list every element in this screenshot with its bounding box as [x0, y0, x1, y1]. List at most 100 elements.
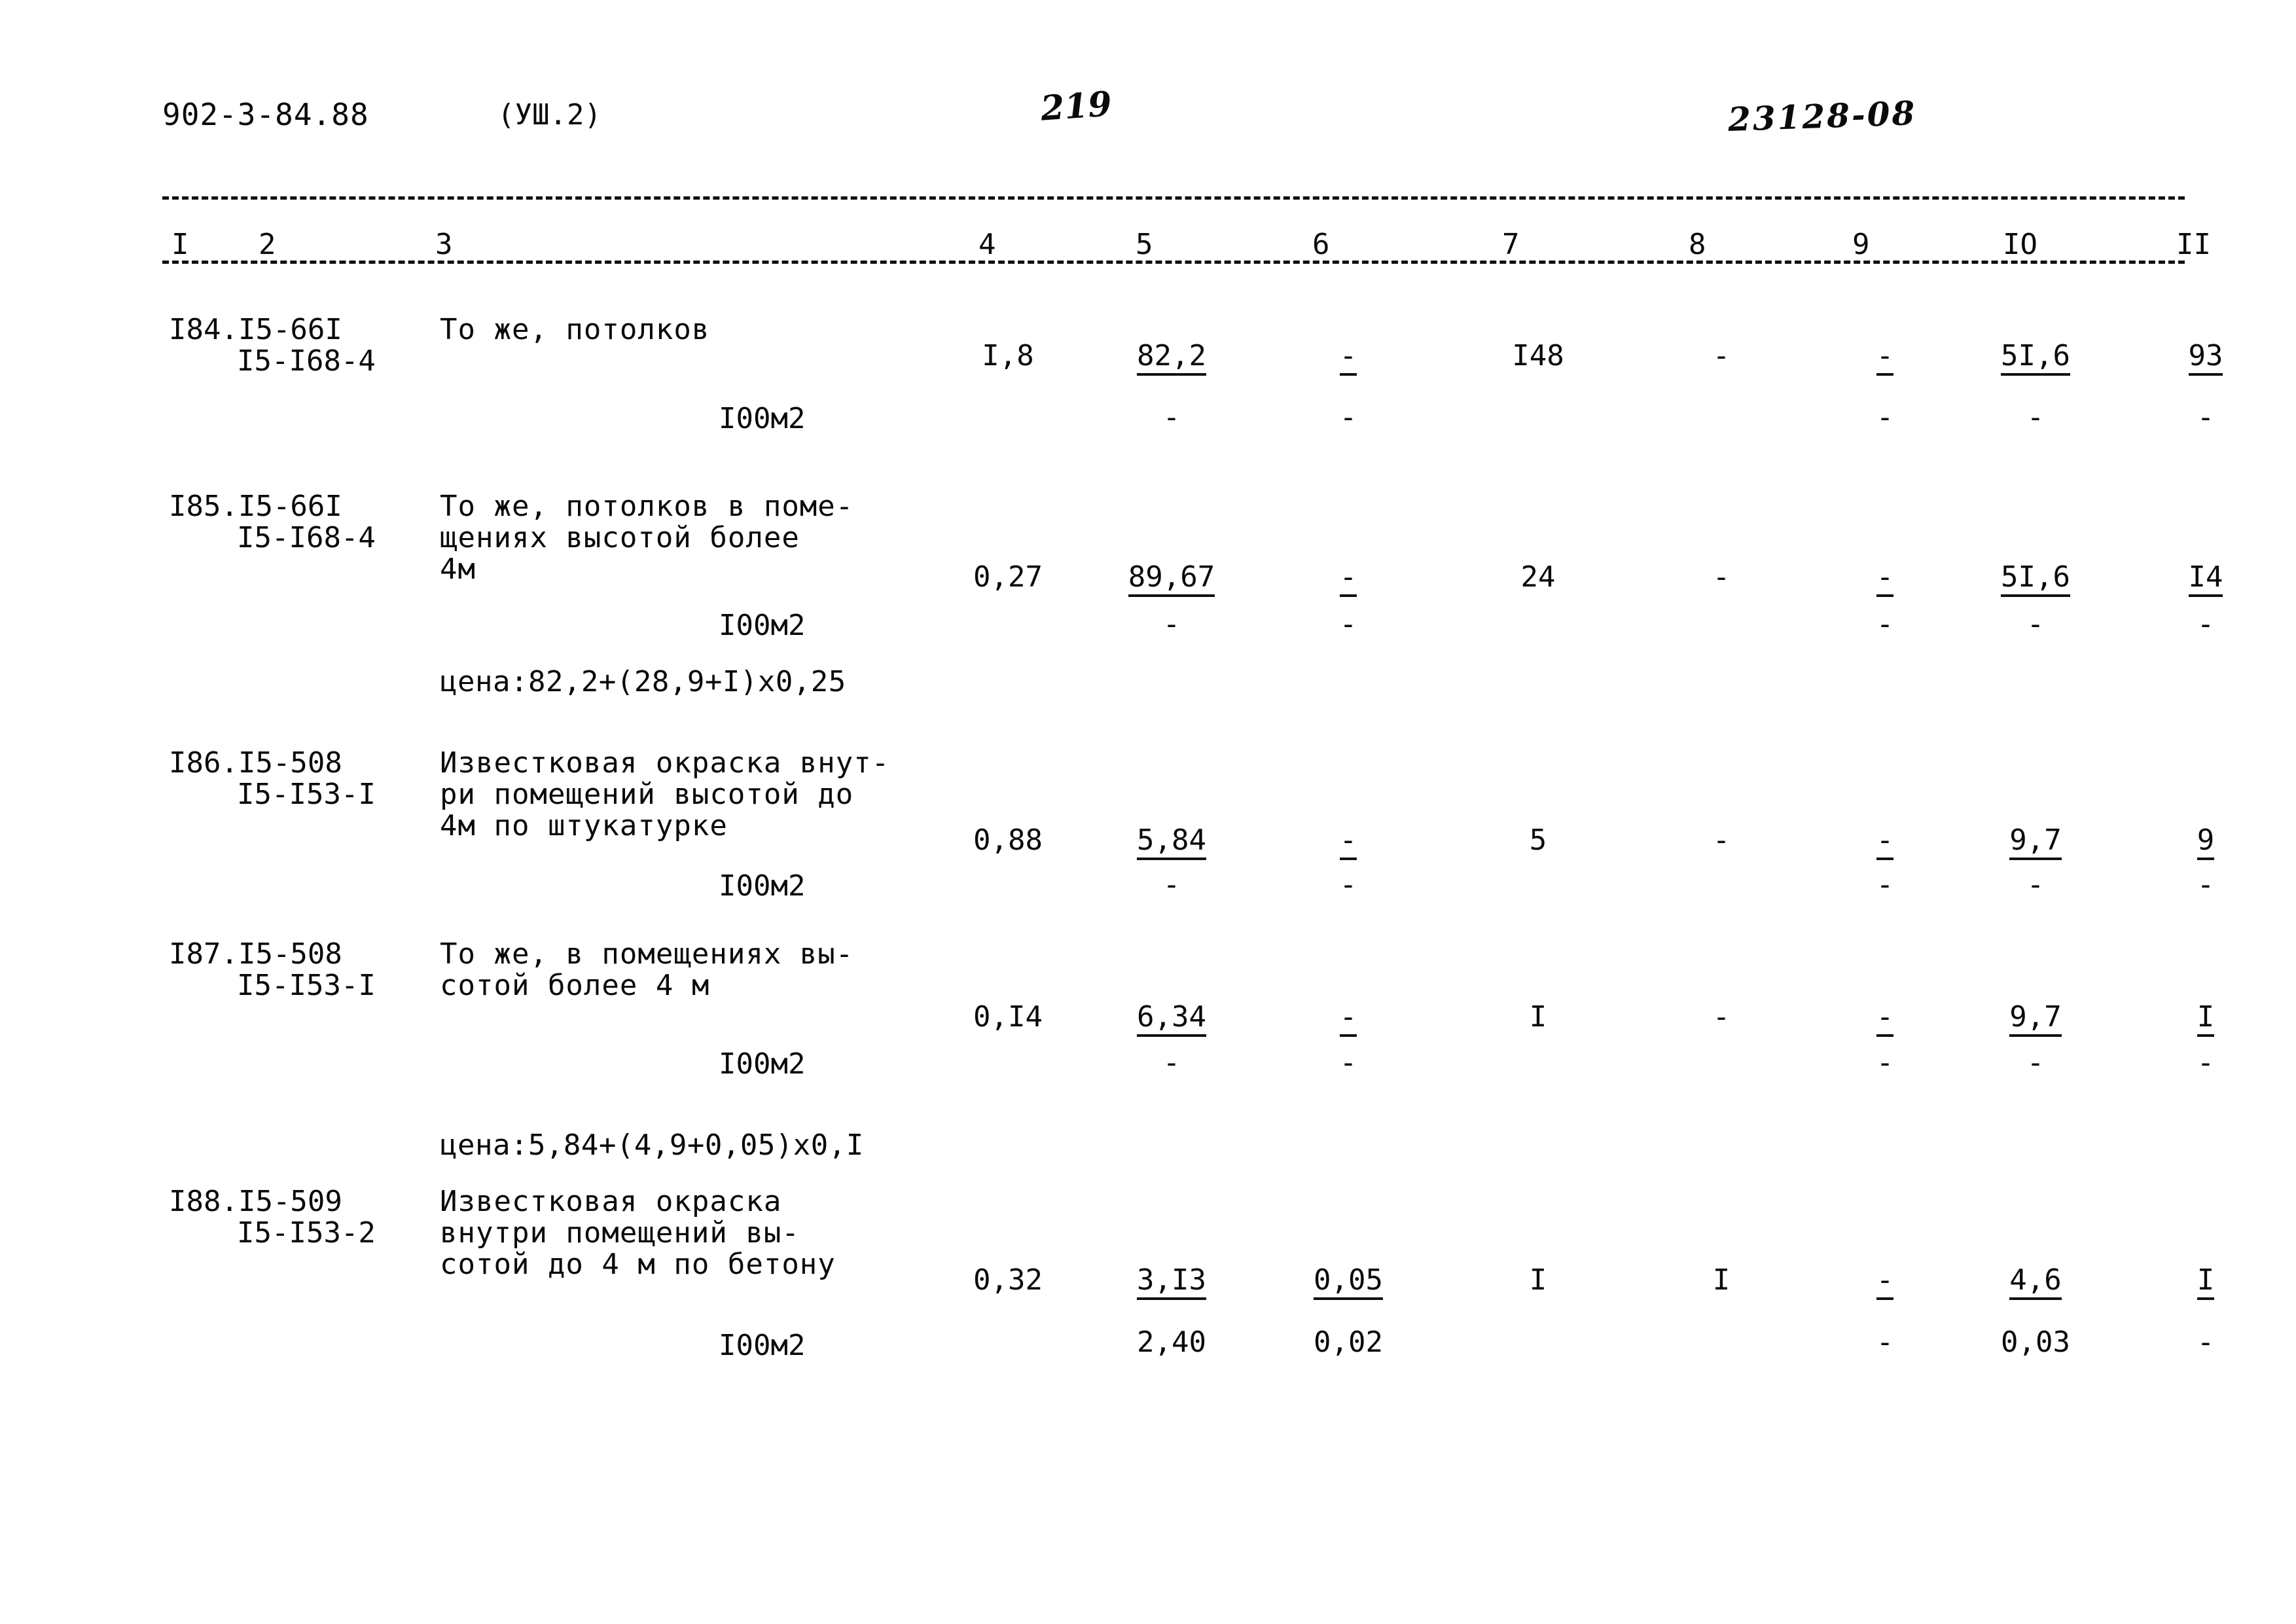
- cell-col9-top-value: -: [1876, 1266, 1894, 1300]
- cell-col4: 0,27: [952, 560, 1064, 594]
- column-number-8: 8: [1689, 228, 1706, 261]
- row-description-line: ри помещений высотой до: [440, 778, 854, 811]
- cell-col10-top-value: 9,7: [2009, 1003, 2062, 1037]
- cell-col9-top-value: -: [1876, 826, 1894, 860]
- cell-col9-top: -: [1829, 823, 1941, 860]
- row-unit: I00м2: [719, 1047, 806, 1081]
- cell-col9-bottom-value: -: [1876, 1046, 1894, 1079]
- cell-col5-bottom: -: [1116, 401, 1227, 434]
- column-number-4: 4: [978, 228, 996, 261]
- cell-col4: 0,32: [952, 1263, 1064, 1297]
- page-header: 902-3-84.88 (УШ.2) 219 23128-08: [0, 84, 2296, 143]
- cell-col9-bottom: -: [1829, 607, 1941, 641]
- cell-col8: -: [1666, 1000, 1777, 1034]
- row-unit: I00м2: [719, 402, 806, 435]
- cell-col6-top-value: -: [1339, 1003, 1357, 1037]
- cell-col10-top: 9,7: [1980, 823, 2091, 860]
- page-number: 219: [1039, 84, 1113, 129]
- cell-col11-top-value: 93: [2188, 342, 2223, 376]
- document-code: 902-3-84.88: [162, 97, 369, 132]
- cell-col9-top: -: [1829, 560, 1941, 597]
- document-page: 902-3-84.88 (УШ.2) 219 23128-08 I 2 3 4 5 6 7 8…: [0, 0, 2296, 1624]
- cell-col7-value: I: [1529, 1000, 1547, 1034]
- cell-col7: I: [1482, 1263, 1594, 1297]
- cell-col6-bottom: -: [1293, 1046, 1404, 1079]
- row-unit: I00м2: [719, 869, 806, 903]
- cell-col10-top: 4,6: [1980, 1263, 2091, 1300]
- cell-col5-bottom-value: -: [1162, 607, 1181, 641]
- cell-col10-top-value: 5I,6: [2001, 563, 2070, 597]
- cell-col8: I: [1666, 1263, 1777, 1297]
- cell-col5-bottom: -: [1116, 868, 1227, 901]
- cell-col7-value: I48: [1512, 339, 1564, 372]
- cell-col7-value: I: [1529, 1263, 1547, 1297]
- cell-col8: -: [1666, 823, 1777, 857]
- cell-col11-bottom-value: -: [2197, 868, 2215, 901]
- cell-col5-top: 3,I3: [1116, 1263, 1227, 1300]
- cell-col5-top: 82,2: [1116, 339, 1227, 376]
- cell-col5-top-value: 89,67: [1128, 563, 1215, 597]
- row-code-secondary: I5-I53-I: [237, 969, 376, 1002]
- cell-col5-top: 89,67: [1116, 560, 1227, 597]
- cell-col9-top-value: -: [1876, 563, 1894, 597]
- row-description-line: То же, потолков в поме-: [440, 490, 854, 523]
- cell-col5-top-value: 6,34: [1137, 1003, 1206, 1037]
- cell-col11-bottom: -: [2150, 401, 2261, 434]
- column-number-6: 6: [1312, 228, 1330, 261]
- cell-col11-top-value: I: [2197, 1266, 2215, 1300]
- cell-col11-bottom-value: -: [2197, 1326, 2215, 1359]
- cell-col9-bottom-value: -: [1876, 607, 1894, 641]
- cell-col6-top: -: [1293, 560, 1404, 597]
- cell-col11-bottom-value: -: [2197, 401, 2215, 434]
- cell-col11-top-value: 9: [2197, 826, 2215, 860]
- row-code-primary: I84.I5-66I: [169, 313, 342, 346]
- cell-col4-value: 0,I4: [973, 1000, 1043, 1034]
- row-code-secondary: I5-I68-4: [237, 344, 376, 378]
- row-description-line: То же, в помещениях вы-: [440, 937, 854, 971]
- cell-col5-bottom-value: -: [1162, 868, 1181, 901]
- cell-col4: 0,88: [952, 823, 1064, 857]
- cell-col6-bottom-value: -: [1339, 1046, 1357, 1079]
- cell-col4-value: I,8: [982, 339, 1034, 372]
- cell-col10-bottom-value: -: [2026, 1046, 2045, 1079]
- cell-col11-bottom: -: [2150, 607, 2261, 641]
- cell-col9-bottom: -: [1829, 401, 1941, 434]
- cell-col11-bottom: -: [2150, 1046, 2261, 1079]
- row-code-primary: I85.I5-66I: [169, 490, 342, 523]
- cell-col6-bottom: -: [1293, 401, 1404, 434]
- row-description-line: сотой до 4 м по бетону: [440, 1248, 836, 1281]
- cell-col11-top-value: I: [2197, 1003, 2215, 1037]
- cell-col5-bottom: -: [1116, 607, 1227, 641]
- cell-col4: I,8: [952, 339, 1064, 372]
- cell-col6-top: -: [1293, 823, 1404, 860]
- column-number-3: 3: [435, 228, 453, 261]
- cell-col10-bottom-value: 0,03: [2001, 1326, 2070, 1359]
- cell-col8-value: -: [1712, 560, 1731, 594]
- cell-col6-top-value: -: [1339, 342, 1357, 376]
- row-description-line: Известковая окраска: [440, 1185, 782, 1218]
- cell-col9-top: -: [1829, 1000, 1941, 1037]
- row-unit: I00м2: [719, 1329, 806, 1362]
- cell-col11-top: I: [2150, 1263, 2261, 1300]
- cell-col10-top: 5I,6: [1980, 339, 2091, 376]
- cell-col11-top: I4: [2150, 560, 2261, 597]
- cell-col11-top: 9: [2150, 823, 2261, 860]
- cell-col10-top: 9,7: [1980, 1000, 2091, 1037]
- cell-col6-top-value: -: [1339, 563, 1357, 597]
- cell-col6-bottom: 0,02: [1293, 1326, 1404, 1359]
- cell-col11-top: 93: [2150, 339, 2261, 376]
- cell-col9-bottom-value: -: [1876, 401, 1894, 434]
- cell-col6-top: 0,05: [1293, 1263, 1404, 1300]
- row-unit: I00м2: [719, 609, 806, 642]
- cell-col10-bottom: -: [1980, 401, 2091, 434]
- cell-col4-value: 0,27: [973, 560, 1043, 594]
- table-header-rule: [162, 261, 2185, 264]
- cell-col10-bottom-value: -: [2026, 868, 2045, 901]
- cell-col6-top-value: -: [1339, 826, 1357, 860]
- cell-col9-bottom-value: -: [1876, 1326, 1894, 1359]
- row-code-primary: I87.I5-508: [169, 937, 342, 971]
- cell-col8-value: -: [1712, 339, 1731, 372]
- cell-col11-top: I: [2150, 1000, 2261, 1037]
- cell-col6-bottom: -: [1293, 868, 1404, 901]
- cell-col4: 0,I4: [952, 1000, 1064, 1034]
